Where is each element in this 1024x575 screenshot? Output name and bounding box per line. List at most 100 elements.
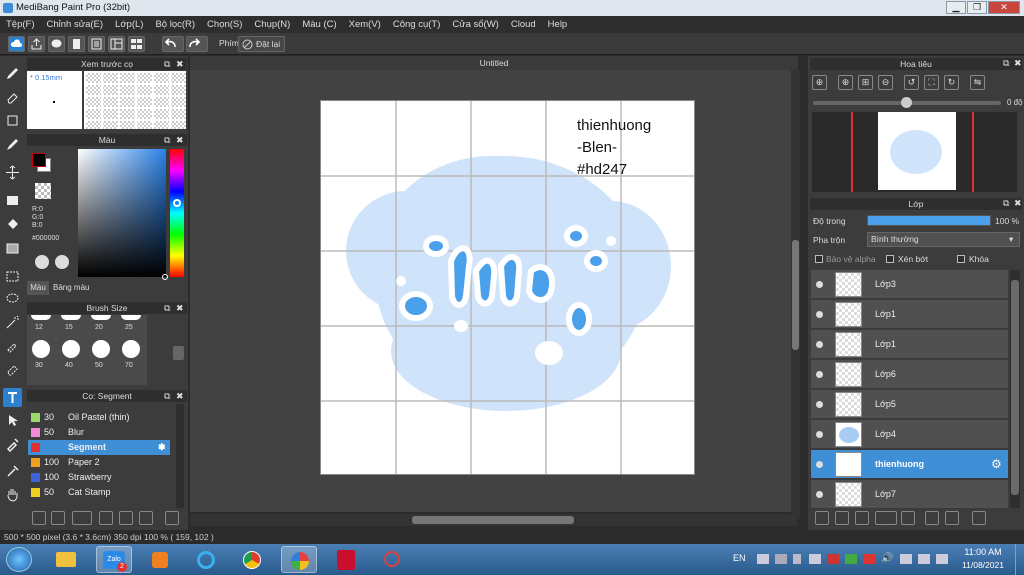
antivirus-icon[interactable] bbox=[863, 554, 875, 564]
tray-icon[interactable] bbox=[809, 554, 821, 564]
hand-tool-icon[interactable] bbox=[3, 485, 22, 504]
pen-tool-icon[interactable] bbox=[3, 135, 22, 154]
magic-wand-tool-icon[interactable] bbox=[3, 313, 22, 332]
media-player-icon[interactable] bbox=[142, 546, 178, 573]
menu-color[interactable]: Màu (C) bbox=[296, 16, 342, 33]
vertical-scrollbar[interactable] bbox=[791, 70, 800, 518]
brush-item[interactable]: 50 Cat Stamp bbox=[28, 485, 170, 500]
panel-icon[interactable] bbox=[108, 36, 125, 52]
page-icon[interactable] bbox=[88, 36, 105, 52]
ie-browser-icon[interactable] bbox=[188, 546, 224, 573]
menu-capture[interactable]: Chụp(N) bbox=[248, 16, 296, 33]
visibility-eye-icon[interactable] bbox=[816, 341, 823, 348]
medibang-app-icon[interactable] bbox=[281, 546, 317, 573]
folder-icon[interactable] bbox=[901, 511, 915, 525]
brush-item[interactable]: 100 Paper 2 bbox=[28, 455, 170, 470]
popout-icon[interactable]: ⧉ bbox=[1003, 198, 1009, 208]
visibility-eye-icon[interactable] bbox=[816, 401, 823, 408]
add-brush-dropdown-icon[interactable] bbox=[72, 511, 92, 525]
horizontal-scrollbar[interactable] bbox=[190, 514, 798, 526]
folder-icon[interactable] bbox=[119, 511, 133, 525]
size-dot[interactable] bbox=[122, 340, 140, 358]
language-indicator[interactable]: EN bbox=[733, 553, 746, 563]
rotate-right-icon[interactable]: ↻ bbox=[944, 75, 959, 90]
trash-icon[interactable] bbox=[165, 511, 179, 525]
menu-window[interactable]: Cửa sổ(W) bbox=[446, 16, 504, 33]
color-sv-field[interactable] bbox=[78, 149, 168, 280]
visibility-eye-icon[interactable] bbox=[816, 311, 823, 318]
zoom-in-icon[interactable]: ⊕ bbox=[838, 75, 853, 90]
visibility-eye-icon[interactable] bbox=[816, 281, 823, 288]
pdf-reader-icon[interactable] bbox=[328, 546, 364, 573]
menu-layer[interactable]: Lớp(L) bbox=[109, 16, 149, 33]
chrome-icon[interactable] bbox=[234, 546, 270, 573]
dot-tool-icon[interactable] bbox=[3, 111, 22, 130]
size-dot[interactable] bbox=[62, 340, 80, 358]
lasso-tool-icon[interactable] bbox=[3, 289, 22, 308]
navigator-preview[interactable] bbox=[812, 112, 1017, 192]
popout-icon[interactable]: ⧉ bbox=[164, 391, 170, 401]
brush-settings-icon[interactable] bbox=[99, 511, 113, 525]
copy-icon[interactable] bbox=[139, 511, 153, 525]
size-dot[interactable] bbox=[92, 340, 110, 358]
menu-filter[interactable]: Bộ lọc(R) bbox=[149, 16, 201, 33]
actual-size-icon[interactable]: ⊞ bbox=[858, 75, 873, 90]
menu-tools[interactable]: Công cụ(T) bbox=[387, 16, 447, 33]
layer-scrollbar[interactable] bbox=[1010, 270, 1020, 508]
brush-item[interactable]: 100 Strawberry bbox=[28, 470, 170, 485]
explorer-icon[interactable] bbox=[48, 546, 84, 573]
layer-row-selected[interactable]: thienhuong ⚙ bbox=[811, 450, 1008, 479]
new-8bit-layer-icon[interactable] bbox=[855, 511, 869, 525]
zoom-out-icon[interactable]: ⊖ bbox=[878, 75, 893, 90]
close-button[interactable]: ✕ bbox=[988, 1, 1020, 14]
horizontal-scroll-thumb[interactable] bbox=[412, 516, 574, 524]
tab-palette[interactable]: Bảng màu bbox=[53, 281, 89, 295]
brush-item-selected[interactable]: Segment ✽ bbox=[28, 440, 170, 455]
brush-list-scrollbar[interactable] bbox=[176, 404, 184, 508]
layer-row[interactable]: Lớp7 bbox=[811, 480, 1008, 509]
move-tool-icon[interactable] bbox=[3, 163, 22, 182]
reset-button[interactable]: Đặt lại bbox=[238, 36, 285, 52]
menu-file[interactable]: Tệp(F) bbox=[0, 16, 41, 33]
operation-tool-icon[interactable] bbox=[3, 411, 22, 430]
sv-cursor[interactable] bbox=[162, 274, 168, 280]
tray-icon[interactable] bbox=[827, 554, 839, 564]
network-icon[interactable] bbox=[918, 554, 930, 564]
flip-icon[interactable]: ⇋ bbox=[970, 75, 985, 90]
lock-checkbox[interactable] bbox=[957, 255, 965, 263]
grid-icon[interactable] bbox=[128, 36, 145, 52]
cloud-icon[interactable] bbox=[8, 36, 25, 52]
navigator-zoom-thumb[interactable] bbox=[901, 97, 912, 108]
vertical-scroll-thumb[interactable] bbox=[792, 240, 799, 350]
eraser-tool-icon[interactable] bbox=[3, 88, 22, 107]
brush-item[interactable]: 50 Blur bbox=[28, 425, 170, 440]
clock-date[interactable]: 11/08/2021 bbox=[955, 560, 1011, 570]
menu-help[interactable]: Help bbox=[542, 16, 574, 33]
layer-row[interactable]: Lớp5 bbox=[811, 390, 1008, 419]
menu-edit[interactable]: Chỉnh sửa(E) bbox=[41, 16, 110, 33]
minimize-button[interactable]: ▁ bbox=[946, 1, 966, 14]
zalo-app-icon[interactable]: Zalo 2 bbox=[96, 546, 132, 573]
tray-icon[interactable] bbox=[757, 554, 769, 564]
duplicate-layer-icon[interactable] bbox=[925, 511, 939, 525]
tray-icon[interactable] bbox=[900, 554, 912, 564]
fit-window-icon[interactable]: ⛶ bbox=[924, 75, 939, 90]
undo-icon[interactable] bbox=[162, 36, 184, 52]
size-dot[interactable] bbox=[31, 315, 51, 320]
tray-icon[interactable] bbox=[775, 554, 787, 564]
hue-slider[interactable] bbox=[170, 149, 184, 277]
new-halftone-layer-icon[interactable] bbox=[835, 511, 849, 525]
document-icon[interactable] bbox=[68, 36, 85, 52]
close-panel-icon[interactable]: ✖ bbox=[1014, 198, 1022, 208]
color-picker-icon[interactable] bbox=[55, 255, 69, 269]
redo-icon[interactable] bbox=[186, 36, 208, 52]
brush-tool-icon[interactable] bbox=[3, 64, 22, 83]
close-panel-icon[interactable]: ✖ bbox=[176, 303, 184, 313]
size-dot[interactable] bbox=[91, 315, 111, 320]
popout-icon[interactable]: ⧉ bbox=[164, 135, 170, 145]
bluetooth-icon[interactable] bbox=[793, 554, 801, 564]
layer-row[interactable]: Lớp1 bbox=[811, 330, 1008, 359]
size-dot[interactable] bbox=[32, 340, 50, 358]
layer-scroll-thumb[interactable] bbox=[1011, 280, 1019, 495]
volume-icon[interactable]: 🔊 bbox=[881, 553, 893, 564]
